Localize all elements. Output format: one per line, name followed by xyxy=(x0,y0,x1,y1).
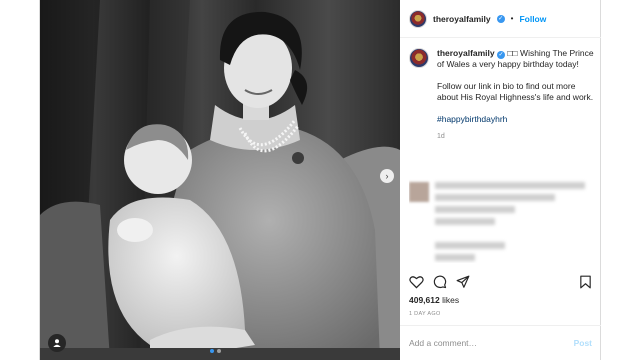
action-bar xyxy=(409,272,592,292)
caption-line-2: Follow our link in bio to find out more … xyxy=(437,81,594,102)
caption-username[interactable]: theroyalfamily xyxy=(437,48,495,58)
post-modal: › theroyalfamily ✓ • Follow theroyalfami… xyxy=(39,0,601,360)
blurred-comment xyxy=(409,242,505,261)
likes-count[interactable]: 409,612 likes xyxy=(409,295,459,305)
post-header: theroyalfamily ✓ • Follow xyxy=(400,0,601,38)
caption-avatar[interactable] xyxy=(409,48,429,68)
separator-dot: • xyxy=(510,14,514,23)
follow-button[interactable]: Follow xyxy=(519,14,546,24)
add-comment-bar: Post xyxy=(400,325,601,360)
post-caption: theroyalfamily ✓ □□ Wishing The Prince o… xyxy=(409,48,595,142)
carousel-next-button[interactable]: › xyxy=(380,169,394,183)
share-icon[interactable] xyxy=(456,275,470,289)
chevron-right-icon: › xyxy=(385,170,389,181)
heart-icon[interactable] xyxy=(409,275,424,289)
verified-badge-icon: ✓ xyxy=(497,51,506,59)
avatar[interactable] xyxy=(409,9,427,28)
caption-timestamp: 1d xyxy=(437,133,445,140)
bookmark-icon[interactable] xyxy=(579,275,592,289)
post-photo-image xyxy=(40,0,400,360)
likes-number: 409,612 xyxy=(409,295,440,305)
caption-text: theroyalfamily ✓ □□ Wishing The Prince o… xyxy=(437,48,595,142)
post-sidebar: theroyalfamily ✓ • Follow theroyalfamily… xyxy=(400,0,601,360)
user-tag-button[interactable] xyxy=(48,334,66,352)
hashtag-link[interactable]: #happybirthdayhrh xyxy=(437,114,595,125)
comment-input[interactable] xyxy=(409,338,574,348)
blurred-comment xyxy=(409,182,585,225)
user-tag-icon xyxy=(53,339,61,347)
carousel-indicator xyxy=(210,349,221,353)
post-timestamp[interactable]: 1 DAY AGO xyxy=(409,311,441,317)
caption-emoji: □□ xyxy=(507,48,518,58)
post-comment-button[interactable]: Post xyxy=(574,338,592,348)
carousel-dot xyxy=(210,349,214,353)
blurred-avatar xyxy=(409,182,429,202)
post-photo[interactable]: › xyxy=(40,0,400,360)
username-link[interactable]: theroyalfamily xyxy=(433,14,491,24)
blurred-comment-text xyxy=(435,182,585,225)
comments-section: theroyalfamily ✓ □□ Wishing The Prince o… xyxy=(409,48,595,263)
carousel-dot xyxy=(217,349,221,353)
verified-badge-icon: ✓ xyxy=(496,14,505,23)
likes-label: likes xyxy=(442,295,460,305)
blurred-comment-text xyxy=(435,242,505,261)
comment-icon[interactable] xyxy=(433,275,447,289)
